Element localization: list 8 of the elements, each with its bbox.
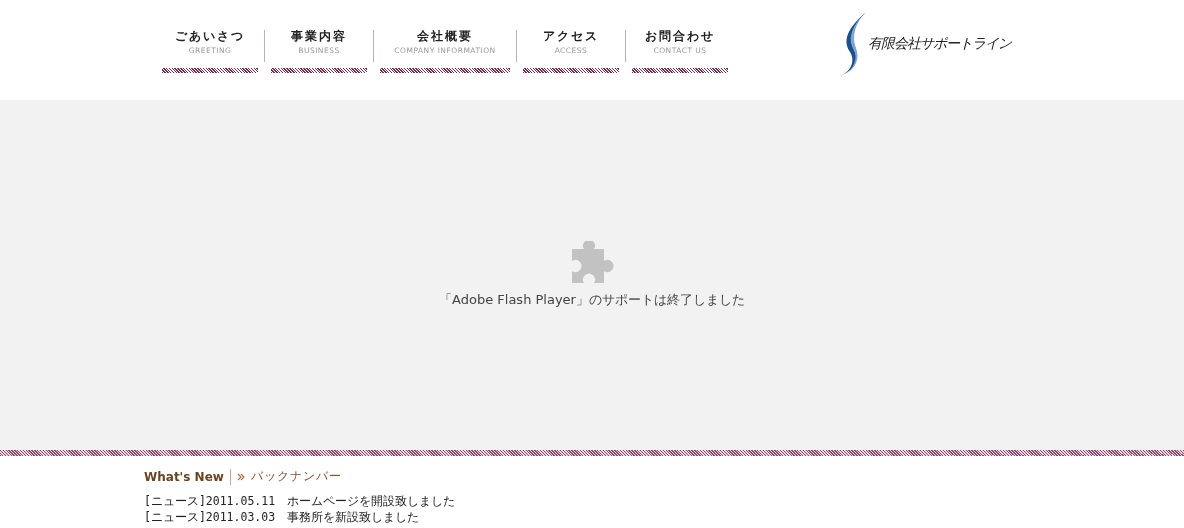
puzzle-piece-icon (570, 241, 614, 285)
news-item: [ニュース]2011.05.11 ホームページを開設致しました (144, 493, 457, 509)
double-chevron-icon (236, 472, 245, 481)
archive-link[interactable]: バックナンバー (250, 468, 342, 485)
plugin-unsupported-message: 「Adobe Flash Player」のサポートは終了しました (439, 291, 745, 309)
section-title: What's New (144, 469, 224, 484)
company-logo-text: 有限会社サポートライン (868, 35, 1011, 53)
news-item: [ニュース]2011.03.03 事務所を新設致しました (144, 509, 421, 525)
